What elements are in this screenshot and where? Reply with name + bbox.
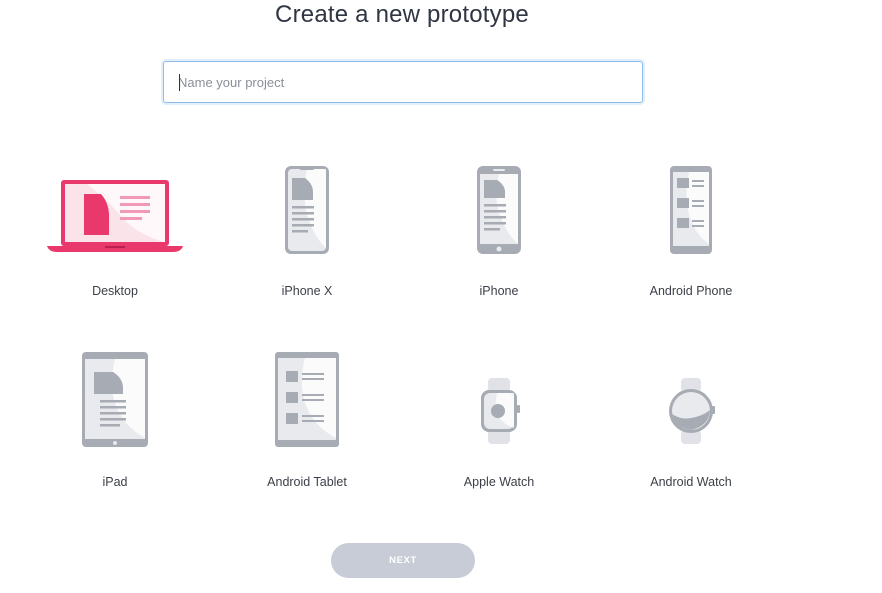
text-cursor — [179, 74, 180, 91]
device-label: Apple Watch — [463, 475, 535, 489]
device-option-android-tablet[interactable]: Android Tablet — [217, 350, 397, 500]
device-option-desktop[interactable]: Desktop — [25, 160, 205, 310]
project-name-input[interactable] — [163, 61, 643, 103]
iphone-icon — [409, 160, 589, 290]
device-option-iphone[interactable]: iPhone — [409, 160, 589, 310]
device-label: Desktop — [92, 284, 138, 298]
device-label: Android Watch — [650, 475, 732, 489]
create-prototype-page: Create a new prototype Desktop — [0, 0, 882, 593]
device-option-ipad[interactable]: iPad — [25, 350, 205, 500]
android-phone-icon — [601, 160, 781, 290]
device-option-apple-watch[interactable]: Apple Watch — [409, 350, 589, 500]
device-label: iPad — [102, 475, 128, 489]
device-label: iPhone — [479, 284, 519, 298]
page-title: Create a new prototype — [275, 1, 529, 28]
device-label: iPhone X — [281, 284, 333, 298]
next-button[interactable]: NEXT — [331, 543, 475, 578]
android-tablet-icon — [217, 350, 397, 480]
apple-watch-icon — [409, 350, 589, 480]
device-option-android-watch[interactable]: Android Watch — [601, 350, 781, 500]
ipad-icon — [25, 350, 205, 480]
iphone-x-icon — [217, 160, 397, 290]
device-label: Android Tablet — [267, 475, 347, 489]
desktop-icon — [25, 160, 205, 290]
android-watch-icon — [601, 350, 781, 480]
device-label: Android Phone — [649, 284, 733, 298]
device-option-iphone-x[interactable]: iPhone X — [217, 160, 397, 310]
device-option-android-phone[interactable]: Android Phone — [601, 160, 781, 310]
